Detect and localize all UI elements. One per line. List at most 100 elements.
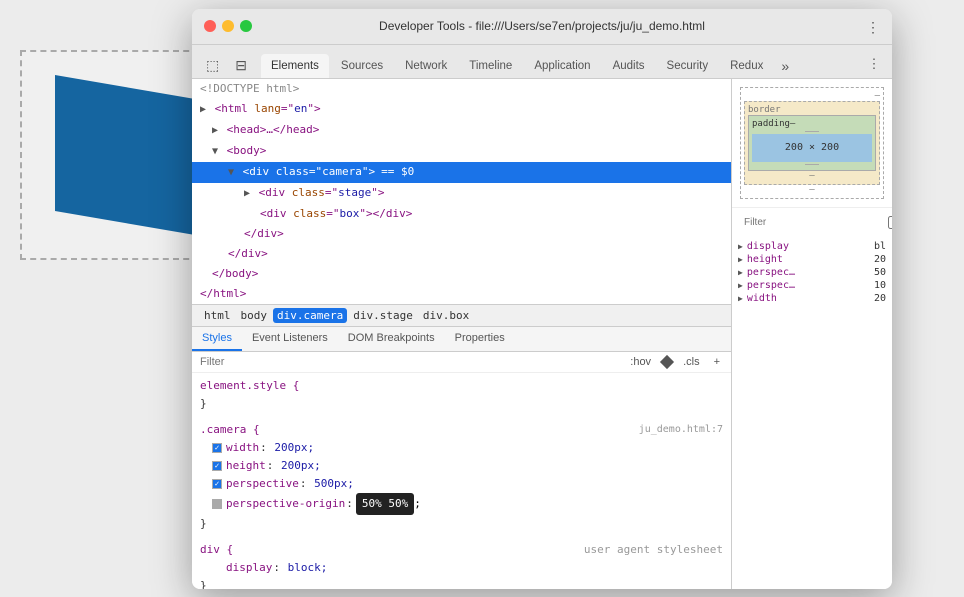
rule-element-style: element.style { } (200, 377, 723, 413)
bm-padding-dash (752, 131, 872, 132)
settings-icon[interactable]: ⋮ (864, 54, 884, 74)
computed-triangle-icon: ▶ (738, 255, 743, 264)
bm-content-layer: 200 × 200 (752, 134, 872, 162)
css-tab-properties[interactable]: Properties (445, 327, 515, 351)
computed-triangle-icon: ▶ (738, 294, 743, 303)
tree-close-div2: </div> (192, 244, 731, 264)
show-all-container: Show all (888, 212, 892, 234)
maximize-button[interactable] (240, 20, 252, 32)
prop-row-perspective: ✓ perspective: 500px; (200, 475, 723, 493)
tab-elements[interactable]: Elements (261, 54, 329, 78)
tab-application[interactable]: Application (524, 54, 600, 78)
box-model-visual: – border padding– (732, 79, 892, 207)
tree-stage[interactable]: ▶ <div class="stage"> (192, 183, 731, 204)
title-bar: Developer Tools - file:///Users/se7en/pr… (192, 9, 892, 45)
css-tabs: Styles Event Listeners DOM Breakpoints P… (192, 327, 731, 352)
prop-checkbox-perspective-origin[interactable] (212, 499, 222, 509)
tab-redux[interactable]: Redux (720, 54, 773, 78)
breadcrumb-html[interactable]: html (200, 308, 235, 323)
minimize-button[interactable] (222, 20, 234, 32)
tab-audits[interactable]: Audits (603, 54, 655, 78)
tree-close-body: </body> (192, 264, 731, 284)
hov-button[interactable]: :hov (627, 355, 654, 369)
elements-tree: <!DOCTYPE html> ▶ <html lang="en"> ▶ <he… (192, 79, 731, 304)
tree-box[interactable]: <div class="box"></div> (192, 204, 731, 224)
tab-security[interactable]: Security (657, 54, 719, 78)
computed-row-display[interactable]: ▶ display bl (732, 240, 892, 253)
show-all-checkbox[interactable] (888, 216, 892, 229)
devtools-window: Developer Tools - file:///Users/se7en/pr… (192, 9, 892, 589)
devtools-icon-group: ⋮ (864, 54, 884, 78)
title-bar-right: ⋮ (866, 19, 880, 33)
computed-row-height[interactable]: ▶ height 20 (732, 253, 892, 266)
tree-head[interactable]: ▶ <head>…</head> (192, 120, 731, 141)
perspective-origin-tooltip: 50% 50% (356, 493, 414, 515)
css-tab-dom-breakpoints[interactable]: DOM Breakpoints (338, 327, 445, 351)
rule-source-camera[interactable]: ju_demo.html:7 (639, 421, 723, 439)
rule-div-ua: user agent stylesheet div { display: blo… (200, 541, 723, 589)
computed-row-perspec1[interactable]: ▶ perspec… 50 (732, 266, 892, 279)
left-panel: <!DOCTYPE html> ▶ <html lang="en"> ▶ <he… (192, 79, 732, 589)
box-model-area: – border padding– (732, 79, 892, 589)
css-rules: element.style { } ju_demo.html:7 .camera… (192, 373, 731, 589)
breadcrumb-camera[interactable]: div.camera (273, 308, 347, 323)
filter-bar: :hov .cls + (192, 352, 731, 373)
filter-controls: :hov .cls + (627, 355, 723, 369)
computed-row-perspec2[interactable]: ▶ perspec… 10 (732, 279, 892, 292)
rule-source-ua: user agent stylesheet (584, 541, 723, 559)
tree-camera[interactable]: ▼ <div class="camera">== $0 (192, 162, 731, 183)
bm-border-label: border (748, 105, 876, 115)
css-tab-styles[interactable]: Styles (192, 327, 242, 351)
computed-triangle-icon: ▶ (738, 242, 743, 251)
prop-row-height: ✓ height: 200px; (200, 457, 723, 475)
prop-row-display: display: block; (200, 559, 723, 577)
devtools-tabs: ⬚ ⊟ Elements Sources Network Timeline Ap… (192, 45, 892, 79)
cls-button[interactable]: .cls (680, 355, 703, 369)
traffic-lights (204, 20, 252, 32)
prop-checkbox-perspective[interactable]: ✓ (212, 479, 222, 489)
computed-triangle-icon: ▶ (738, 268, 743, 277)
tree-close-html: </html> (192, 284, 731, 304)
expand-icon: ▼ (228, 167, 234, 178)
bm-border-layer: border padding– 200 × 200 (744, 101, 880, 185)
devtools-body: <!DOCTYPE html> ▶ <html lang="en"> ▶ <he… (192, 79, 892, 589)
diamond-icon (660, 354, 674, 368)
css-tab-event-listeners[interactable]: Event Listeners (242, 327, 338, 351)
expand-icon: ▶ (200, 104, 206, 115)
expand-icon: ▶ (212, 125, 218, 136)
expand-icon: ▼ (212, 146, 218, 157)
computed-filter-input[interactable] (738, 213, 882, 232)
computed-props-list: ▶ display bl ▶ height 20 ▶ perspec… 50 (732, 238, 892, 589)
prop-row-perspective-origin: perspective-origin: 50% 50%; (200, 493, 723, 515)
more-tabs-icon[interactable]: » (775, 54, 795, 78)
tree-doctype: <!DOCTYPE html> (192, 79, 731, 99)
tree-html[interactable]: ▶ <html lang="en"> (192, 99, 731, 120)
breadcrumb-box[interactable]: div.box (419, 308, 473, 323)
preview-box (55, 75, 195, 235)
tab-network[interactable]: Network (395, 54, 457, 78)
prop-row-width: ✓ width: 200px; (200, 439, 723, 457)
prop-checkbox-height[interactable]: ✓ (212, 461, 222, 471)
bm-padding-layer: padding– 200 × 200 (748, 115, 876, 171)
responsive-icon[interactable]: ⊟ (229, 53, 253, 78)
add-style-button[interactable]: + (711, 355, 723, 369)
tab-sources[interactable]: Sources (331, 54, 393, 78)
bm-padding-dash2 (752, 164, 872, 165)
tree-close-div1: </div> (192, 224, 731, 244)
bm-padding-label: padding– (752, 119, 872, 129)
breadcrumb-body[interactable]: body (237, 308, 272, 323)
more-icon[interactable]: ⋮ (866, 19, 880, 33)
expand-icon: ▶ (244, 188, 250, 199)
prop-checkbox-width[interactable]: ✓ (212, 443, 222, 453)
computed-row-width[interactable]: ▶ width 20 (732, 292, 892, 305)
bm-margin-dash: – (744, 185, 880, 195)
breadcrumb-stage[interactable]: div.stage (349, 308, 417, 323)
filter-input[interactable] (200, 356, 619, 368)
rule-camera: ju_demo.html:7 .camera { ✓ width: 200px;… (200, 421, 723, 533)
window-title: Developer Tools - file:///Users/se7en/pr… (379, 19, 705, 33)
bm-margin-layer: – border padding– (740, 87, 884, 199)
inspect-icon[interactable]: ⬚ (200, 53, 225, 78)
tab-timeline[interactable]: Timeline (459, 54, 522, 78)
tree-body[interactable]: ▼ <body> (192, 141, 731, 162)
close-button[interactable] (204, 20, 216, 32)
